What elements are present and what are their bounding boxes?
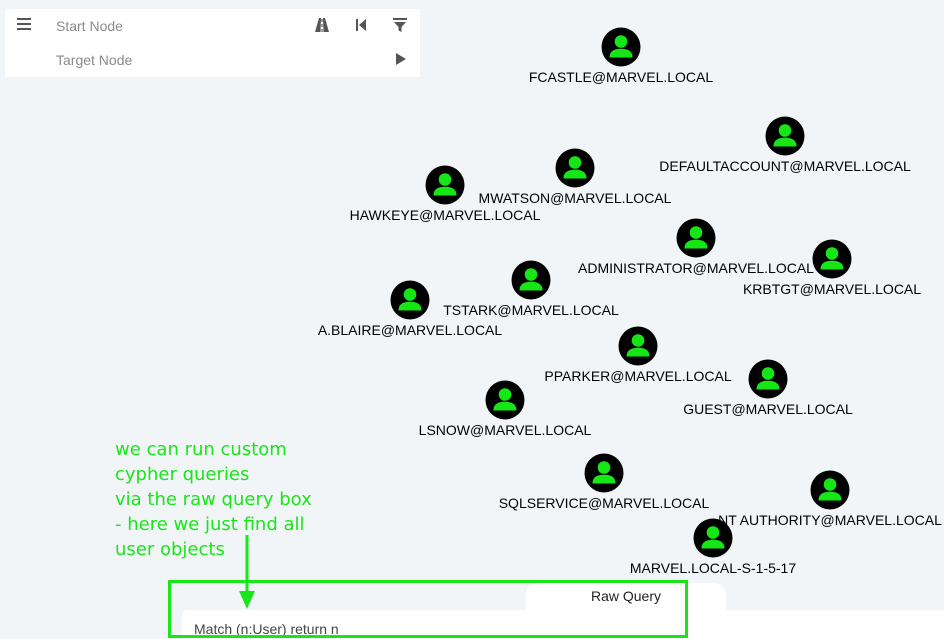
node-label: MWATSON@MARVEL.LOCAL [478, 190, 672, 206]
node-label: SQLSERVICE@MARVEL.LOCAL [498, 495, 710, 511]
node-label: TSTARK@MARVEL.LOCAL [443, 302, 619, 318]
raw-query-input[interactable] [182, 610, 922, 639]
raw-query-tab[interactable]: Raw Query [526, 583, 726, 611]
annotation-line: we can run custom [115, 439, 287, 460]
filter-icon[interactable] [390, 15, 410, 35]
node-label: DEFAULTACCOUNT@MARVEL.LOCAL [659, 158, 911, 174]
start-node-row [5, 9, 420, 43]
user-icon[interactable] [601, 27, 641, 67]
node-label: PPARKER@MARVEL.LOCAL [544, 368, 732, 384]
node-label: FCASTLE@MARVEL.LOCAL [528, 69, 714, 85]
user-icon[interactable] [555, 148, 595, 188]
node-label: A.BLAIRE@MARVEL.LOCAL [317, 322, 503, 338]
user-icon[interactable] [485, 380, 525, 420]
node-label: NT AUTHORITY@MARVEL.LOCAL [718, 512, 942, 528]
user-icon[interactable] [584, 453, 624, 493]
user-icon[interactable] [511, 260, 551, 300]
target-node-row [5, 43, 420, 77]
search-panel [5, 9, 420, 77]
annotation-line: user objects [115, 539, 225, 560]
user-icon[interactable] [676, 218, 716, 258]
user-icon[interactable] [748, 359, 788, 399]
user-icon[interactable] [810, 470, 850, 510]
start-node-input[interactable] [50, 14, 292, 38]
user-icon[interactable] [765, 116, 805, 156]
raw-query-bar [182, 610, 944, 639]
play-icon[interactable] [390, 49, 410, 69]
node-label: LSNOW@MARVEL.LOCAL [418, 422, 592, 438]
user-icon[interactable] [812, 239, 852, 279]
annotation-line: via the raw query box [115, 489, 312, 510]
node-label: ADMINISTRATOR@MARVEL.LOCAL [578, 260, 814, 276]
annotation-text: we can run custom cypher queries via the… [115, 437, 345, 562]
user-icon[interactable] [693, 518, 733, 558]
hamburger-menu-icon[interactable] [17, 18, 31, 32]
node-label: GUEST@MARVEL.LOCAL [683, 401, 853, 417]
user-icon[interactable] [425, 165, 465, 205]
node-label: KRBTGT@MARVEL.LOCAL [742, 281, 922, 297]
target-node-input[interactable] [50, 48, 292, 72]
annotation-arrow [239, 535, 255, 609]
annotation-line: cypher queries [115, 464, 250, 485]
skip-back-icon[interactable] [351, 15, 371, 35]
annotation-line: - here we just find all [115, 514, 305, 535]
node-label: MARVEL.LOCAL-S-1-5-17 [629, 560, 797, 576]
user-icon[interactable] [618, 326, 658, 366]
node-label: HAWKEYE@MARVEL.LOCAL [349, 207, 541, 223]
user-icon[interactable] [390, 280, 430, 320]
road-icon[interactable] [312, 15, 332, 35]
